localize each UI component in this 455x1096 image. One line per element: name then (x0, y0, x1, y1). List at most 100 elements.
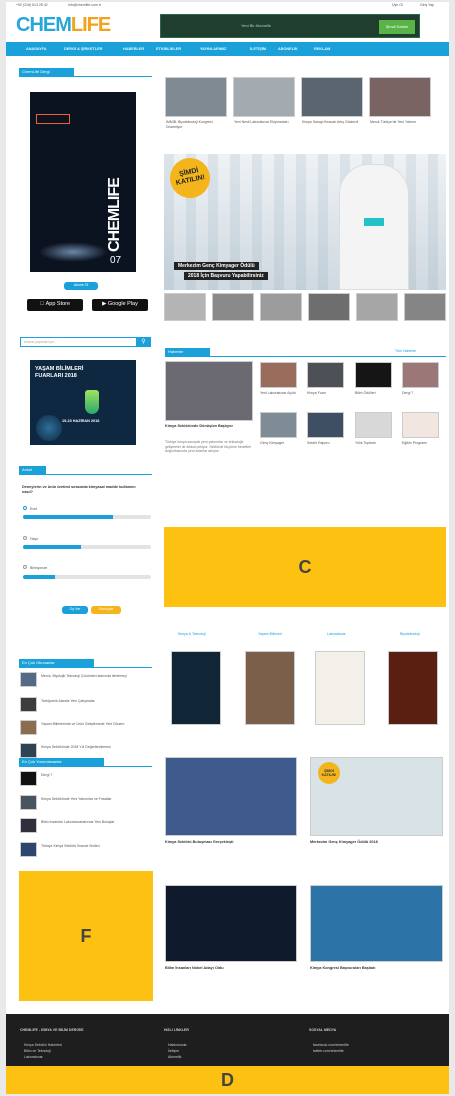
strip-thumb[interactable] (212, 293, 254, 321)
strip-thumb[interactable] (404, 293, 446, 321)
search-box[interactable]: Arama yapmak için... ⚲ (20, 337, 151, 347)
bottom-card-title[interactable]: Kimya Kongresi Başvuruları Başladı (310, 966, 443, 970)
news-grid-title[interactable]: Yıllık Toplantı (355, 441, 393, 446)
category-image[interactable] (171, 651, 221, 725)
top-card-title[interactable]: Merck Türkiye'de Yeni Yatırım (370, 120, 430, 125)
bottom-card-image[interactable] (310, 885, 443, 962)
poll-option-label[interactable]: Evet (30, 507, 37, 512)
footer-link[interactable]: Abonelik (168, 1055, 181, 1059)
news-grid-title[interactable]: Yeni Laboratuvar Açıldı (260, 391, 298, 396)
news-grid-image[interactable] (355, 412, 392, 438)
category-image[interactable] (388, 651, 438, 725)
strip-thumb[interactable] (308, 293, 350, 321)
footer-link[interactable]: Laboratuvar (24, 1055, 43, 1059)
bottom-card-title[interactable]: Bilim İnsanları Nobel Adayı Oldu (165, 966, 297, 970)
news-grid-image[interactable] (307, 362, 344, 388)
poll-radio[interactable] (23, 536, 27, 540)
category-image[interactable] (245, 651, 295, 725)
list-thumb[interactable] (20, 771, 37, 786)
top-card-title[interactable]: İMMİB: Biyoteknoloji Kongresi Düzenliyor (166, 120, 226, 129)
list-item[interactable]: Türkiye Kimya Sektörü İhracat Verileri (41, 844, 151, 849)
news-grid-image[interactable] (260, 362, 297, 388)
top-card-image[interactable] (165, 77, 227, 117)
nav-item-publications[interactable]: YAYINLARIMIZ (200, 47, 226, 51)
footer-link[interactable]: Hakkımızda (168, 1043, 186, 1047)
nav-item-magazine[interactable]: DERGİ & ŞİRKETLER (64, 47, 102, 51)
news-grid-title[interactable]: Eğitim Programı (402, 441, 440, 446)
list-thumb[interactable] (20, 672, 37, 687)
list-thumb[interactable] (20, 743, 37, 758)
list-thumb[interactable] (20, 720, 37, 735)
bottom-card-badge[interactable]: ŞİMDİ KATILIN! (318, 762, 340, 784)
hero-slide[interactable]: ŞİMDİ KATILIN! Merkezim Genç Kimyager Öd… (164, 154, 446, 290)
news-grid-title[interactable]: Kimya Fuarı (307, 391, 345, 396)
search-input[interactable]: Arama yapmak için... (24, 340, 57, 345)
magazine-cover[interactable]: CHEMLIFE 07 (30, 92, 136, 272)
bottom-card-image[interactable] (165, 885, 297, 962)
results-button[interactable]: Sonuçlar (91, 606, 121, 614)
topbar-login[interactable]: Giriş Yap (420, 3, 434, 8)
news-grid-title[interactable]: Dergi 7 (402, 391, 440, 396)
nav-item-news[interactable]: HABERLER (123, 47, 144, 51)
bottom-card-title[interactable]: Merkezim Genç Kimyager Ödülü 2018 (310, 840, 443, 844)
category-label[interactable]: Kimya & Teknoloji (178, 632, 206, 637)
footer-link[interactable]: Bilim ve Teknoloji (24, 1049, 51, 1053)
footer-link[interactable]: twitter.com/chemlife (313, 1049, 344, 1053)
list-item[interactable]: Kimya Sektöründe Yeni Yatırımlar ve Fırs… (41, 797, 151, 802)
app-store-button[interactable]:  App Store (27, 299, 83, 311)
bottom-card-title[interactable]: Kimya Sektörü Buluşması Gerçekleşti (165, 840, 297, 844)
topbar-signup[interactable]: Üye Ol (392, 3, 403, 8)
nav-item-contact[interactable]: İLETİŞİM (250, 47, 266, 51)
lead-news-image[interactable] (165, 361, 253, 421)
fair-ad[interactable]: YAŞAM BİLİMLERİ FUARLARI 2018 19-23 HAZİ… (30, 360, 136, 445)
list-thumb[interactable] (20, 818, 37, 833)
news-grid-image[interactable] (402, 362, 439, 388)
news-grid-title[interactable]: Genç Kimyager (260, 441, 298, 446)
category-label[interactable]: Biyoteknoloji (400, 632, 420, 637)
banner-button[interactable]: Şimdi Katılın (379, 20, 415, 34)
top-card-title[interactable]: Kimya Sanayi İhracatı Artış Gösterdi (302, 120, 362, 125)
news-grid-image[interactable] (402, 412, 439, 438)
list-thumb[interactable] (20, 842, 37, 857)
strip-thumb[interactable] (260, 293, 302, 321)
news-grid-image[interactable] (307, 412, 344, 438)
category-label[interactable]: Laboratuvar (327, 632, 346, 637)
nav-item-home[interactable]: ANASAYFA (26, 47, 47, 51)
category-label[interactable]: Yaşam Bilimleri (258, 632, 282, 637)
poll-radio[interactable] (23, 565, 27, 569)
list-item[interactable]: Bilim İnsanları Laboratuvarlarında Yeni … (41, 820, 151, 825)
footer-link[interactable]: İletişim (168, 1049, 179, 1053)
google-play-button[interactable]: ▶ Google Play (92, 299, 148, 311)
topbar-email[interactable]: info@chemlife.com.tr (68, 3, 101, 8)
strip-thumb[interactable] (356, 293, 398, 321)
top-card-image[interactable] (369, 77, 431, 117)
list-item[interactable]: Tarbiyomik Alanda Yeni Çalışmalar (41, 699, 151, 704)
subscribe-button[interactable]: Abone Ol (64, 282, 98, 290)
list-thumb[interactable] (20, 697, 37, 712)
lead-news-title[interactable]: Kimya Sektöründe Dönüşüm Başlıyor (165, 424, 253, 429)
list-item[interactable]: Dergi 7 (41, 773, 151, 778)
poll-radio[interactable] (23, 506, 27, 510)
poll-option-label[interactable]: Hayır (30, 537, 38, 542)
site-logo[interactable]: CHEMLIFE (16, 14, 111, 37)
news-grid-title[interactable]: Sektör Raporu (307, 441, 345, 446)
nav-item-ads[interactable]: REKLAM (314, 47, 330, 51)
nav-item-events[interactable]: ETKİNLİKLER (156, 47, 181, 51)
list-item[interactable]: Kimya Sektöründe 2018 Yılı Değerlendirme… (41, 745, 151, 750)
top-card-title[interactable]: Yeni Nesil Laboratuvar Ekipmanları (234, 120, 294, 125)
footer-link[interactable]: facebook.com/chemlife (313, 1043, 349, 1047)
list-thumb[interactable] (20, 795, 37, 810)
footer-link[interactable]: Kimya Sektörü Haberleri (24, 1043, 62, 1047)
news-grid-image[interactable] (355, 362, 392, 388)
strip-thumb[interactable] (164, 293, 206, 321)
news-grid-title[interactable]: Bilim Ödülleri (355, 391, 393, 396)
category-image[interactable] (315, 651, 365, 725)
nav-item-subscription[interactable]: ABONELİK (278, 47, 298, 51)
bottom-card-image[interactable] (165, 757, 297, 836)
vote-button[interactable]: Oy Ver (62, 606, 88, 614)
top-card-image[interactable] (233, 77, 295, 117)
top-card-image[interactable] (301, 77, 363, 117)
search-button[interactable]: ⚲ (136, 338, 151, 346)
news-grid-image[interactable] (260, 412, 297, 438)
header-banner-ad[interactable]: Yeni Bir Abonelik Şimdi Katılın (160, 14, 420, 38)
